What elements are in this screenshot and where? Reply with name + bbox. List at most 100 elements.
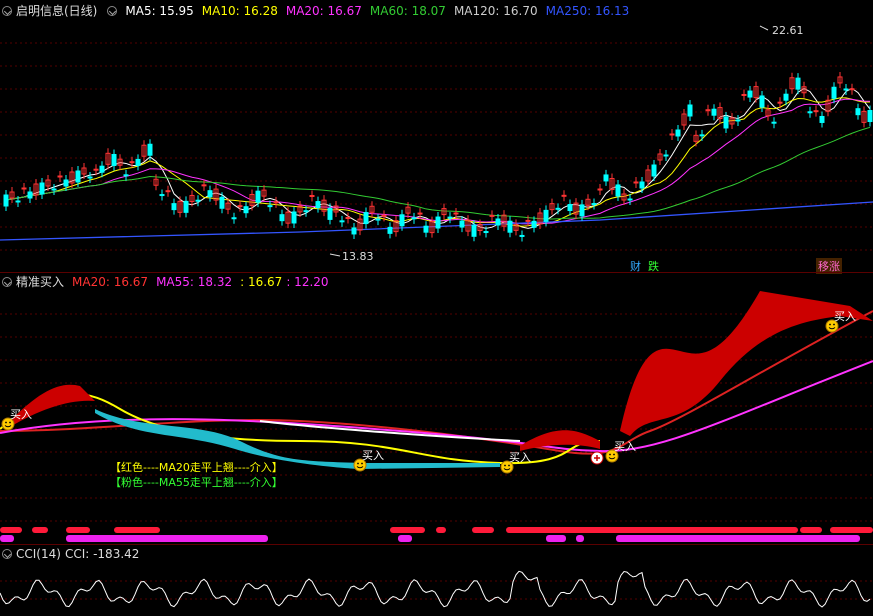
candle-body (555, 207, 561, 210)
candle-body (747, 90, 753, 98)
low-price-arrow (329, 253, 341, 257)
candle-body (507, 220, 513, 233)
candle-body (231, 217, 237, 220)
candle-body (651, 164, 657, 177)
candle-body (777, 101, 783, 104)
candle-body (813, 110, 819, 113)
candle-body (21, 187, 27, 190)
candle-body (831, 86, 837, 99)
candle-body (345, 216, 351, 219)
buy-marker-text: 买入 (509, 451, 531, 464)
red-signal-bar (32, 527, 48, 533)
candle-body (159, 194, 165, 197)
pink-signal-bar (616, 535, 860, 542)
candle-body (207, 190, 213, 198)
candle-body (423, 225, 429, 233)
candle-body (519, 234, 525, 237)
cci-settings-icon[interactable] (2, 549, 12, 559)
candle-body (819, 115, 825, 123)
candle-body (327, 207, 333, 220)
candle-body (735, 119, 741, 122)
candle-body (435, 216, 441, 229)
candle-body (411, 217, 417, 220)
high-price-label: 22.61 (772, 24, 804, 37)
candle-body (597, 188, 603, 191)
candle-body (771, 121, 777, 124)
candle-body (615, 184, 621, 197)
indicator-settings-icon[interactable] (2, 277, 12, 287)
candle-body (237, 205, 243, 208)
ma20-readout: MA20: 16.67 (285, 4, 362, 18)
red-signal-bar (472, 527, 494, 533)
indicator-panel-header: 精准买入 MA20: 16.67 MA55: 18.32 : 16.67 : 1… (0, 273, 337, 291)
ma-line (5, 126, 871, 220)
candle-body (39, 182, 45, 195)
indicator-lines (0, 291, 873, 469)
cci-panel-header: CCI(14) CCI: -183.42 (0, 545, 147, 563)
smiley-eye (613, 453, 615, 456)
candle-body (525, 219, 531, 222)
ma60-readout: MA60: 18.07 (369, 4, 446, 18)
candles (3, 71, 873, 242)
candle-body (723, 116, 729, 129)
candle-body (291, 211, 297, 224)
candle-body (171, 203, 177, 211)
ind-value3-readout: : 16.67 (240, 275, 283, 289)
candle-body (351, 227, 357, 235)
candle-body (579, 204, 585, 217)
candle-body (165, 190, 171, 193)
candlestick-chart[interactable]: 22.61 13.83 (0, 20, 873, 272)
candle-body (99, 165, 105, 173)
candle-body (483, 231, 489, 234)
candle-body (867, 110, 873, 123)
candle-body (201, 184, 207, 187)
candle-body (843, 88, 849, 91)
candle-body (687, 104, 693, 117)
smiley-eye (5, 421, 7, 424)
candle-body (633, 181, 639, 184)
smiley-eye (361, 462, 363, 465)
red-signal-bar (66, 527, 90, 533)
buy-marker-text: 买入 (614, 440, 636, 453)
candle-body (399, 214, 405, 227)
candle-body (183, 200, 189, 213)
candle-body (219, 196, 225, 209)
smiley-eye (357, 462, 359, 465)
cci-title: CCI(14) (16, 547, 61, 561)
cci-value: CCI: -183.42 (64, 547, 140, 561)
candle-body (795, 77, 801, 90)
cci-chart[interactable] (0, 563, 873, 616)
candle-body (675, 129, 681, 137)
red-signal-bar (436, 527, 446, 533)
candle-body (489, 214, 495, 217)
candle-body (663, 154, 669, 157)
candle-body (417, 212, 423, 215)
candle-body (75, 170, 81, 183)
candle-body (699, 134, 705, 137)
candle-body (669, 133, 675, 136)
candle-body (459, 220, 465, 228)
candle-body (855, 108, 861, 116)
candle-body (135, 158, 141, 166)
ma5-readout: MA5: 15.95 (125, 4, 194, 18)
smiley-eye (508, 464, 510, 467)
main-panel-header: 启明信息(日线) MA5: 15.95 MA10: 16.28 MA20: 16… (0, 2, 637, 20)
buy-marker-text: 买入 (10, 408, 32, 421)
candle-body (195, 199, 201, 202)
buy-signal-indicator-chart[interactable]: 买入买入 买入买入买入 (0, 291, 873, 543)
red-signal-bar (800, 527, 822, 533)
settings-circle-icon[interactable] (2, 6, 12, 16)
candle-body (849, 88, 855, 91)
candle-body (123, 174, 129, 177)
candle-body (639, 181, 645, 189)
smiley-eye (833, 323, 835, 326)
ma-toggle-icon[interactable] (107, 6, 118, 16)
candle-body (387, 226, 393, 234)
smiley-eye (9, 421, 11, 424)
candle-body (705, 109, 711, 112)
ma250-readout: MA250: 16.13 (545, 4, 630, 18)
candle-body (27, 191, 33, 199)
cci-line (0, 570, 871, 608)
smiley-eye (829, 323, 831, 326)
candle-body (759, 95, 765, 108)
